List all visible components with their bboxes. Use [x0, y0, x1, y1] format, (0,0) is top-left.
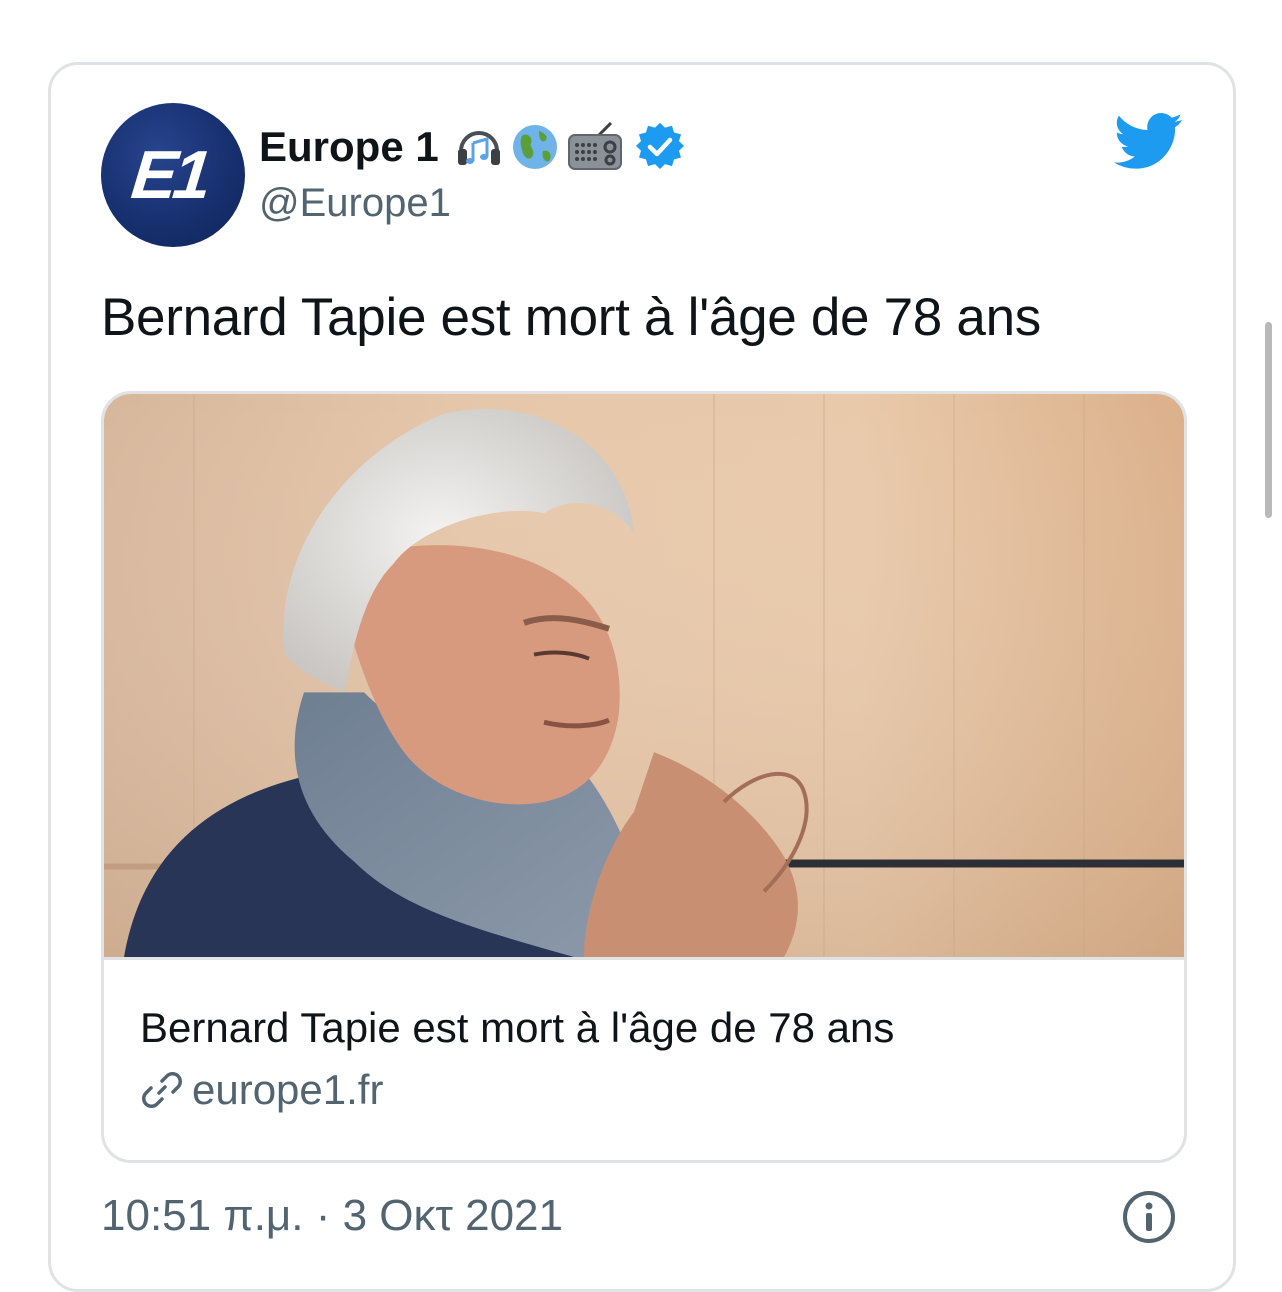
link-preview-title[interactable]: Bernard Tapie est mort à l'âge de 78 ans	[140, 1004, 894, 1052]
avatar[interactable]: E1	[101, 103, 245, 247]
tweet-timestamp[interactable]: 10:51 π.μ. · 3 Οκτ 2021	[101, 1191, 563, 1241]
author-display-name[interactable]: Europe 1	[259, 123, 439, 171]
link-preview-card[interactable]: Bernard Tapie est mort à l'âge de 78 ans…	[101, 391, 1187, 1163]
link-preview-image[interactable]	[104, 394, 1184, 960]
globe-emoji-icon	[509, 121, 561, 173]
avatar-logo-text: E1	[128, 137, 212, 213]
link-preview-domain-row[interactable]: europe1.fr	[140, 1066, 383, 1114]
author-name-row[interactable]: Europe 1	[259, 119, 685, 175]
page-scrollbar[interactable]	[1265, 322, 1272, 518]
headphone-emoji-icon	[453, 121, 505, 173]
author-handle[interactable]: @Europe1	[259, 181, 451, 226]
tweet-text: Bernard Tapie est mort à l'âge de 78 ans	[101, 288, 1041, 347]
link-icon	[140, 1068, 184, 1112]
tweet-embed-card[interactable]: E1 Europe 1 @Europe1 Bernard Tapie est m…	[48, 62, 1236, 1292]
radio-emoji-icon	[565, 121, 625, 173]
link-preview-domain[interactable]: europe1.fr	[192, 1066, 383, 1114]
info-icon[interactable]	[1121, 1189, 1177, 1245]
twitter-bird-icon[interactable]	[1113, 113, 1185, 171]
verified-badge-icon[interactable]	[635, 122, 685, 172]
